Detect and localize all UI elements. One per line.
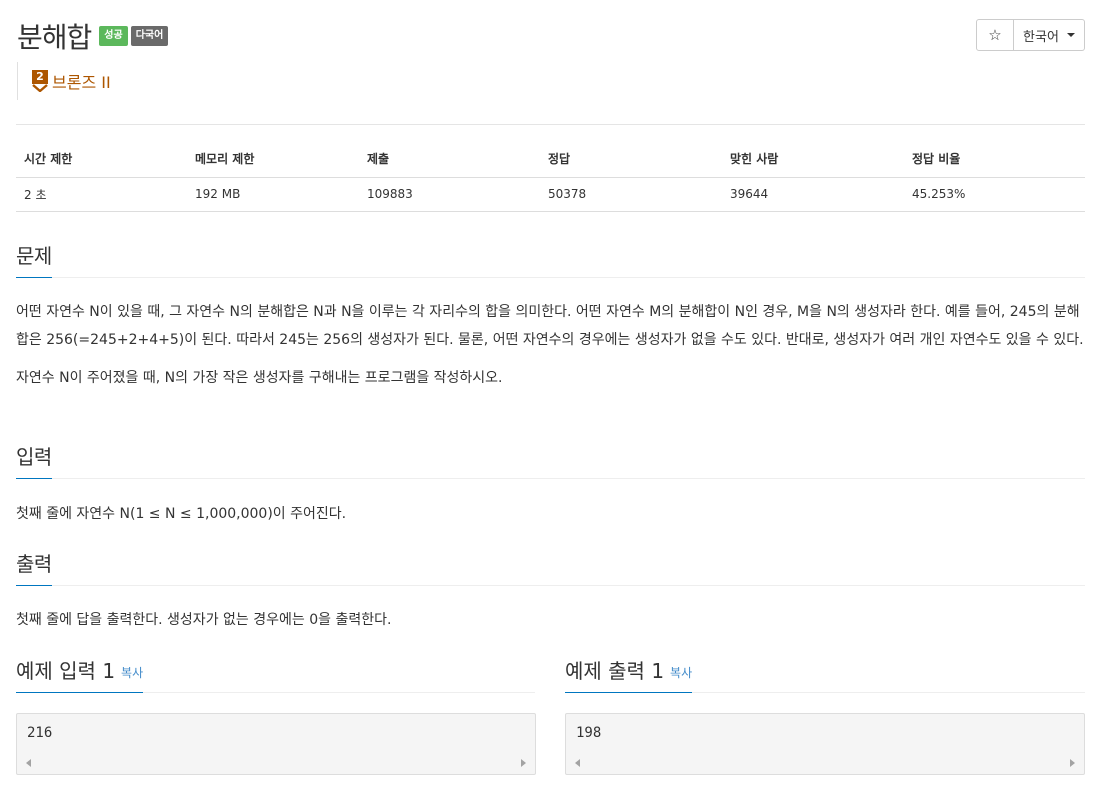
scroll-right-icon[interactable] — [1070, 759, 1075, 767]
submissions-value[interactable]: 109883 — [359, 177, 540, 212]
table-header-row: 시간 제한 메모리 제한 제출 정답 맞힌 사람 정답 비율 — [16, 140, 1085, 178]
scroll-left-icon[interactable] — [26, 759, 31, 767]
sample-input-title: 예제 입력 1 — [16, 659, 116, 683]
problem-description: 어떤 자연수 N이 있을 때, 그 자연수 N의 분해합은 N과 N을 이루는 … — [16, 298, 1085, 392]
description-paragraph: 자연수 N이 주어졌을 때, N의 가장 작은 생성자를 구해내는 프로그램을 … — [16, 370, 503, 386]
section-output-title: 출력 — [16, 548, 52, 586]
header-memory-limit: 메모리 제한 — [187, 140, 359, 178]
sample-output-text[interactable]: 198 — [566, 714, 1084, 741]
tier-chevron-icon — [32, 84, 48, 92]
input-description: 첫째 줄에 자연수 N(1 ≤ N ≤ 1,000,000)이 주어진다. — [16, 506, 347, 522]
caret-down-icon — [1066, 33, 1075, 37]
scroll-right-icon[interactable] — [521, 759, 526, 767]
sample-output-header: 예제 출력 1 복사 — [565, 655, 1085, 693]
sample-output-box[interactable]: 198 — [565, 713, 1085, 775]
solved-users-value: 39644 — [722, 177, 904, 212]
output-description: 첫째 줄에 답을 출력한다. 생성자가 없는 경우에는 0을 출력한다. — [16, 612, 392, 628]
header-accept-ratio: 정답 비율 — [904, 140, 1085, 178]
section-input-title: 입력 — [16, 441, 52, 479]
memory-limit-value: 192 MB — [187, 177, 359, 212]
section-description-title: 문제 — [16, 240, 52, 278]
language-label: 한국어 — [1023, 29, 1059, 45]
header-actions: ☆ 한국어 — [976, 19, 1085, 51]
description-paragraph: 어떤 자연수 N이 있을 때, 그 자연수 N의 분해합은 N과 N을 이루는 … — [16, 304, 1084, 348]
multilang-badge: 다국어 — [130, 26, 169, 46]
header-time-limit: 시간 제한 — [16, 140, 187, 178]
success-badge: 성공 — [99, 26, 128, 46]
accepted-value: 50378 — [540, 177, 722, 212]
sample-input-box[interactable]: 216 — [16, 713, 536, 775]
copy-sample-output-button[interactable]: 복사 — [670, 666, 692, 680]
time-limit-value: 2 초 — [16, 177, 187, 212]
header-accepted: 정답 — [540, 140, 722, 178]
section-input-header: 입력 — [16, 441, 1085, 479]
accept-ratio-value: 45.253% — [904, 177, 1085, 212]
divider — [16, 124, 1085, 125]
tier-info: 2 브론즈 II — [17, 62, 111, 100]
language-dropdown[interactable]: 한국어 — [1014, 19, 1085, 51]
copy-sample-input-button[interactable]: 복사 — [121, 666, 143, 680]
section-description-header: 문제 — [16, 240, 1085, 278]
header-solved-users: 맞힌 사람 — [722, 140, 904, 178]
sample-input-header: 예제 입력 1 복사 — [16, 655, 535, 693]
section-output-header: 출력 — [16, 548, 1085, 586]
tier-badge-icon: 2 — [32, 70, 48, 92]
tier-label[interactable]: 브론즈 II — [52, 69, 111, 93]
header-submissions: 제출 — [359, 140, 540, 178]
sample-input-text[interactable]: 216 — [17, 714, 535, 741]
sample-output-title: 예제 출력 1 — [565, 659, 665, 683]
problem-info-table: 시간 제한 메모리 제한 제출 정답 맞힌 사람 정답 비율 2 초 192 M… — [16, 140, 1085, 212]
table-row: 2 초 192 MB 109883 50378 39644 45.253% — [16, 177, 1085, 212]
star-icon: ☆ — [988, 26, 1002, 44]
star-button[interactable]: ☆ — [976, 19, 1014, 51]
scroll-left-icon[interactable] — [575, 759, 580, 767]
problem-title: 분해합 — [17, 21, 92, 54]
problem-header: 분해합 성공 다국어 — [17, 16, 169, 56]
